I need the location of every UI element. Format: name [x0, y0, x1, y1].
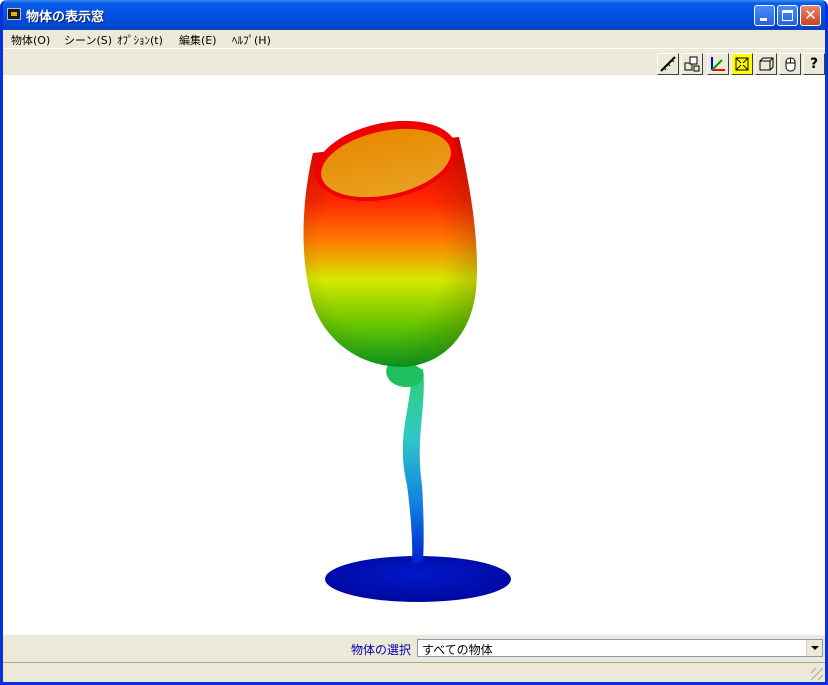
resize-grip-icon[interactable]	[811, 668, 823, 680]
fit-view-icon	[735, 57, 749, 71]
menu-edit[interactable]: 編集(E)	[179, 32, 217, 48]
select-objects-button[interactable]	[681, 53, 703, 75]
close-button[interactable]: ✕	[800, 5, 821, 26]
fit-view-button[interactable]	[731, 53, 753, 75]
toolbar: ?	[3, 48, 825, 75]
title-bar[interactable]: 物体の表示窓 ✕	[3, 0, 825, 30]
axis-button[interactable]	[707, 53, 729, 75]
maximize-icon	[782, 10, 793, 21]
dropdown-arrow-icon[interactable]	[806, 640, 822, 656]
box-view-icon	[759, 57, 774, 71]
close-icon: ✕	[804, 6, 817, 24]
measure-button[interactable]	[657, 53, 679, 75]
box-view-button[interactable]	[755, 53, 777, 75]
object-display-window: 物体の表示窓 ✕ 物体(O) シーン(S) ｵﾌﾟｼｮﾝ(t) 編集(E) ﾍﾙ…	[0, 0, 828, 685]
minimize-button[interactable]	[754, 5, 775, 26]
window-title: 物体の表示窓	[26, 10, 105, 25]
menu-object[interactable]: 物体(O)	[11, 32, 50, 48]
axis-icon	[711, 57, 725, 71]
3d-viewport[interactable]	[3, 75, 825, 635]
wine-glass-model	[303, 120, 511, 602]
measure-icon	[660, 56, 676, 72]
help-icon: ?	[809, 56, 819, 72]
select-objects-icon	[684, 56, 700, 72]
object-select-value: すべての物体	[422, 643, 493, 657]
menu-help[interactable]: ﾍﾙﾌﾟ(H)	[232, 32, 271, 48]
menu-options[interactable]: ｵﾌﾟｼｮﾝ(t)	[117, 32, 163, 48]
glass-stem	[402, 369, 424, 563]
object-select-panel: 物体の選択 すべての物体	[3, 635, 825, 661]
mouse-button[interactable]	[779, 53, 801, 75]
status-bar	[3, 662, 825, 682]
object-select-label: 物体の選択	[351, 643, 412, 657]
app-icon[interactable]	[7, 8, 21, 20]
help-button[interactable]: ?	[803, 53, 825, 75]
menu-bar: 物体(O) シーン(S) ｵﾌﾟｼｮﾝ(t) 編集(E) ﾍﾙﾌﾟ(H)	[3, 30, 825, 48]
menu-scene[interactable]: シーン(S)	[64, 32, 112, 48]
object-select-dropdown[interactable]: すべての物体	[417, 639, 823, 657]
minimize-icon	[760, 18, 767, 21]
maximize-button[interactable]	[777, 5, 798, 26]
mouse-icon	[785, 57, 796, 72]
